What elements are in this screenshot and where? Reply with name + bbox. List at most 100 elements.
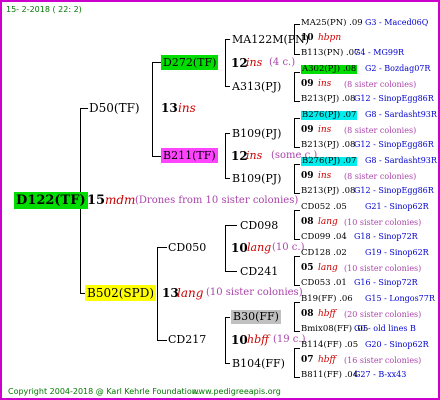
connector: [294, 210, 295, 240]
g5-code-b: G4 - MG99R: [354, 48, 405, 57]
pedigree-frame: 15- 2-2018 ( 22: 2) D122(TF) 15 mdm (Dro…: [0, 0, 440, 400]
connector: [294, 54, 300, 55]
g5-note: (10 sister colonies): [344, 264, 422, 273]
g5-generation: 09: [301, 171, 314, 181]
g5-code-b: G16 - Sinop72R: [354, 278, 418, 287]
g5-generation: 08: [301, 217, 314, 227]
connector: [294, 285, 300, 286]
g5-code-a: G20 - Sinop62R: [365, 340, 429, 349]
connector: [294, 164, 300, 165]
connector: [225, 363, 230, 364]
g4-id[interactable]: B109(PJ): [232, 128, 281, 139]
g4-id[interactable]: B30(FF): [231, 310, 281, 324]
footer-site[interactable]: www.pedigreeapis.org: [192, 388, 281, 396]
mf-race: lang: [247, 241, 272, 254]
g5-note: (8 sister colonies): [344, 172, 417, 181]
connector: [294, 193, 300, 194]
connector: [152, 62, 153, 156]
g5-ancestor-a[interactable]: CD128 .02: [301, 249, 347, 258]
g5-code-b: G27 - B-xx43: [354, 370, 407, 379]
mm-id[interactable]: CD217: [168, 334, 206, 345]
g5-ancestor-b[interactable]: CD053 .01: [301, 279, 347, 288]
g5-ancestor-b[interactable]: B213(PJ) .08: [301, 95, 355, 104]
g5-ancestor-b[interactable]: B213(PJ) .08: [301, 187, 355, 196]
mf-generation: 10: [231, 241, 248, 255]
connector: [225, 39, 226, 87]
g5-ancestor-a[interactable]: B19(FF) .06: [301, 295, 353, 304]
connector: [225, 225, 237, 226]
g5-code-a: G8 - Sardasht93R: [365, 156, 437, 165]
footer-copyright: Copyright 2004-2018 @ Karl Kehrle Founda…: [8, 387, 200, 396]
g5-note: (10 sister colonies): [344, 218, 422, 227]
g5-note: (8 sister colonies): [344, 126, 417, 135]
ff-race: ins: [246, 56, 263, 69]
connector: [294, 239, 300, 240]
g5-note: (20 sister colonies): [344, 310, 422, 319]
g5-generation: 07: [301, 355, 314, 365]
g5-ancestor-a[interactable]: CD052 .05: [301, 203, 347, 212]
connector: [294, 118, 295, 148]
g5-code-a: G19 - Sinop62R: [365, 248, 429, 257]
g5-race: ins: [318, 171, 332, 181]
connector: [294, 210, 300, 211]
connector: [294, 331, 300, 332]
date-header: 15- 2-2018 ( 22: 2): [6, 5, 82, 14]
g4-id[interactable]: B104(FF): [232, 358, 285, 369]
connector: [157, 247, 167, 248]
connector: [225, 178, 230, 179]
connector: [294, 377, 300, 378]
g4-id[interactable]: B109(PJ): [232, 173, 281, 184]
mm-generation: 10: [231, 333, 248, 347]
mother-id[interactable]: B502(SPD): [85, 285, 157, 301]
g5-code-a: G15 - Longos77R: [365, 294, 435, 303]
fm-id[interactable]: B211(TF): [161, 148, 218, 163]
g4-id[interactable]: MA122M(PN): [232, 34, 309, 45]
root-queen-id[interactable]: D122(TF): [14, 192, 88, 209]
connector: [225, 271, 237, 272]
g5-generation: 05: [301, 263, 314, 273]
connector: [294, 348, 295, 378]
connector: [225, 317, 226, 364]
g5-ancestor-a[interactable]: B276(PJ) .07: [301, 111, 358, 120]
connector: [294, 164, 295, 194]
g5-ancestor-a[interactable]: B276(PJ) .07: [301, 157, 358, 166]
g5-code-a: G8 - Sardasht93R: [365, 110, 437, 119]
g5-ancestor-a[interactable]: A302(PJ) .08: [301, 65, 358, 74]
g5-ancestor-b[interactable]: B811(FF) .04: [301, 371, 358, 380]
g4-id[interactable]: CD098: [240, 220, 278, 231]
g4-id[interactable]: CD241: [240, 266, 278, 277]
ff-note: (4 c.): [269, 57, 296, 68]
connector: [225, 39, 230, 40]
g5-code-a: G3 - Maced06Q: [365, 18, 429, 27]
connector: [294, 118, 300, 119]
g5-race: ins: [318, 125, 332, 135]
g5-code-b: G12 - SinopEgg86R: [354, 186, 434, 195]
g5-ancestor-b[interactable]: B213(PJ) .08: [301, 141, 355, 150]
fm-race: ins: [246, 149, 263, 162]
g5-race: lang: [318, 217, 338, 227]
father-id[interactable]: D50(TF): [89, 102, 140, 114]
g5-ancestor-a[interactable]: MA25(PN) .09: [301, 19, 363, 28]
g5-ancestor-a[interactable]: B114(FF) .05: [301, 341, 358, 350]
g5-race: hbff: [318, 355, 336, 365]
father-generation: 13: [161, 101, 178, 115]
connector: [294, 72, 300, 73]
mf-id[interactable]: CD050: [168, 242, 206, 253]
root-note: (Drones from 10 sister colonies): [135, 195, 299, 206]
connector: [225, 133, 226, 179]
ff-id[interactable]: D272(TF): [161, 55, 219, 70]
root-race: mdm: [105, 193, 136, 207]
g4-id[interactable]: A313(PJ): [232, 81, 281, 92]
g5-ancestor-b[interactable]: B113(PN) .07: [301, 49, 359, 58]
g5-race: hbff: [318, 309, 336, 319]
connector: [294, 256, 300, 257]
connector: [225, 225, 226, 272]
g5-ancestor-b[interactable]: CD099 .04: [301, 233, 347, 242]
connector: [294, 24, 300, 25]
mother-race: lang: [177, 286, 204, 300]
connector: [294, 101, 300, 102]
g5-race: hbpn: [318, 33, 342, 43]
connector: [294, 302, 295, 332]
connector: [294, 256, 295, 286]
root-generation: 15: [87, 193, 106, 208]
